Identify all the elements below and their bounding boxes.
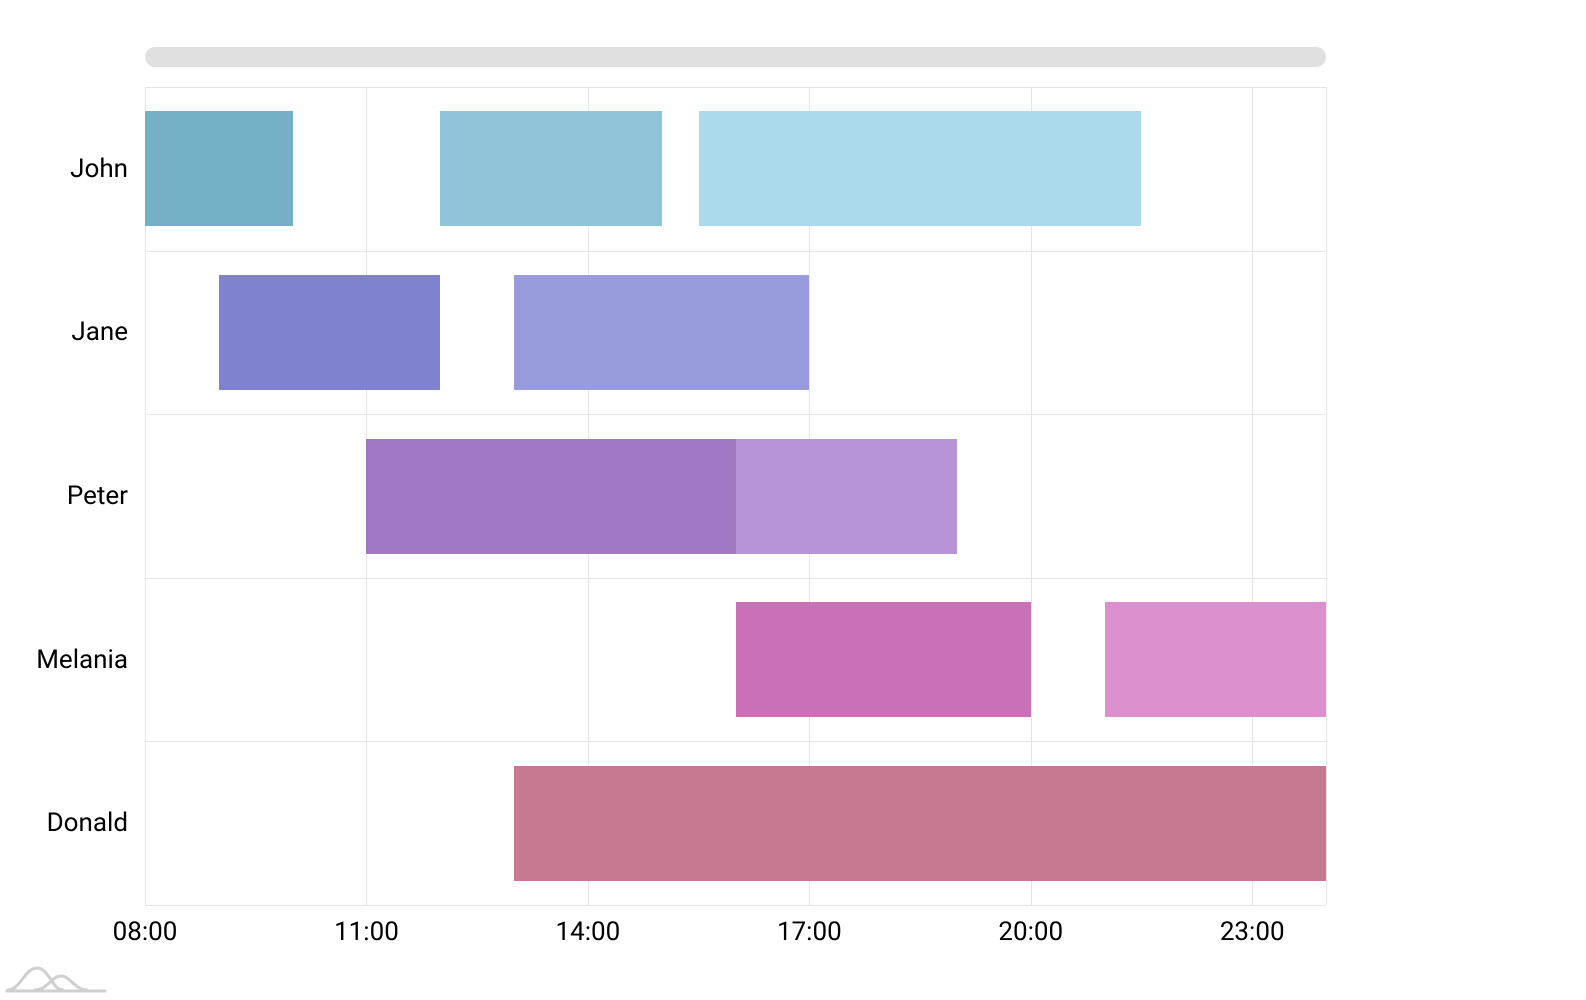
gantt-bar[interactable] <box>514 275 809 390</box>
x-axis-label: 23:00 <box>1220 917 1285 947</box>
gantt-bar[interactable] <box>219 275 440 390</box>
y-axis-label: Jane <box>8 317 128 347</box>
x-axis-label: 20:00 <box>998 917 1063 947</box>
gantt-chart: John Jane Peter Melania Donald 08:00 11:00 14:… <box>0 0 1586 1000</box>
x-axis-label: 11:00 <box>334 917 399 947</box>
gantt-bar[interactable] <box>699 111 1142 226</box>
gantt-bar[interactable] <box>1105 602 1326 717</box>
grid-line-horizontal <box>145 251 1326 252</box>
grid-line-horizontal <box>145 905 1326 906</box>
y-axis-label: Donald <box>8 808 128 838</box>
gantt-bar[interactable] <box>440 111 661 226</box>
grid-line-vertical <box>1326 87 1327 905</box>
gantt-bar[interactable] <box>736 602 1031 717</box>
horizontal-scrollbar[interactable] <box>145 47 1326 67</box>
y-axis-label: John <box>8 154 128 184</box>
gantt-bar[interactable] <box>366 439 735 554</box>
x-axis-label: 14:00 <box>556 917 621 947</box>
grid-line-horizontal <box>145 414 1326 415</box>
grid-line-horizontal <box>145 741 1326 742</box>
gantt-bar[interactable] <box>514 766 1326 881</box>
plot-area <box>145 87 1326 905</box>
y-axis-label: Melania <box>8 645 128 675</box>
grid-line-horizontal <box>145 87 1326 88</box>
x-axis-label: 17:00 <box>777 917 842 947</box>
amcharts-logo-icon <box>5 960 110 995</box>
grid-line-horizontal <box>145 578 1326 579</box>
gantt-bar[interactable] <box>145 111 293 226</box>
gantt-bar[interactable] <box>736 439 957 554</box>
y-axis-label: Peter <box>8 481 128 511</box>
x-axis-label: 08:00 <box>113 917 178 947</box>
